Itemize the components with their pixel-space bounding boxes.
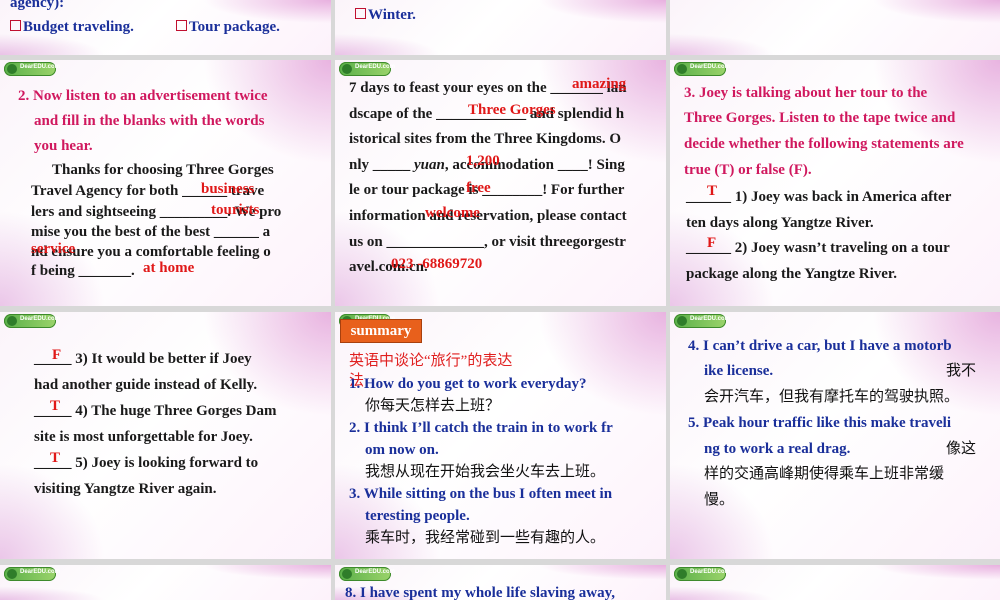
task-title: 2. Now listen to an advertisement twice bbox=[18, 88, 268, 104]
checkbox-icon bbox=[10, 20, 21, 31]
answer-business: business bbox=[201, 181, 255, 197]
answer-price: 1,200 bbox=[466, 153, 500, 169]
sentence: 8. I have spent my whole life slaving aw… bbox=[345, 585, 616, 600]
answer-2: F bbox=[707, 235, 717, 251]
answer-4: T bbox=[50, 398, 61, 414]
slide-advertisement-text: DearEDU.com 7 days to feast your eyes on… bbox=[335, 60, 666, 306]
passage-line: mise you the best of the best ______ a bbox=[31, 224, 271, 240]
sentence: 5. Peak hour traffic like this make trav… bbox=[688, 415, 952, 431]
answer-free: free bbox=[466, 180, 491, 196]
task-title: decide whether the following statements … bbox=[684, 136, 964, 152]
statement: _____ 5) Joey is looking forward to bbox=[34, 455, 259, 471]
logo: DearEDU.com bbox=[674, 314, 730, 328]
sentence-translation: 你每天怎样去上班？ bbox=[365, 398, 501, 414]
sentence-translation: 我想从现在开始我会坐火车去上班。 bbox=[365, 464, 606, 480]
answer-at-home: at home bbox=[143, 260, 195, 276]
sentence: teresting people. bbox=[365, 508, 470, 524]
passage-line: us on _____________, or visit threegorge… bbox=[349, 234, 626, 250]
task-title: 3. Joey is talking about her tour to the bbox=[684, 85, 928, 101]
statement: site is most unforgettable for Joey. bbox=[34, 429, 253, 445]
sentence-translation: 像这 bbox=[946, 441, 977, 457]
slide-listen-advertisement: DearEDU.com 2. Now listen to an advertis… bbox=[0, 60, 331, 306]
sentence-translation: 乘车时，我经常碰到一些有趣的人。 bbox=[365, 530, 606, 546]
option-tour: Tour package. bbox=[176, 14, 280, 40]
logo: DearEDU.com bbox=[674, 567, 730, 581]
slide-r3-c1: DearEDU.com 8. I have spent my whole lif… bbox=[335, 565, 666, 600]
sentence-translation: 我不 bbox=[946, 363, 977, 379]
statement: ______ 1) Joey was back in America after bbox=[686, 189, 952, 205]
sentence-translation: 样的交通高峰期使得乘车上班非常缓 bbox=[704, 466, 945, 482]
logo: DearEDU.com bbox=[674, 62, 730, 76]
sentence: 2. I think I’ll catch the train in to wo… bbox=[349, 420, 613, 436]
sentence: om now on. bbox=[365, 442, 439, 458]
passage-line: Thanks for choosing Three Gorges bbox=[52, 162, 274, 178]
sentence-translation: 会开汽车，但我有摩托车的驾驶执照。 bbox=[704, 389, 960, 405]
logo: DearEDU.com bbox=[339, 62, 395, 76]
passage-line: information and reservation, please cont… bbox=[349, 208, 627, 224]
answer-amazing: amazing bbox=[572, 76, 627, 92]
option-budget: Budget traveling. bbox=[10, 14, 134, 40]
statement: ______ 2) Joey wasn’t traveling on a tou… bbox=[686, 240, 950, 256]
sentence: ng to work a real drag. bbox=[704, 441, 851, 457]
sentence: 4. I can’t drive a car, but I have a mot… bbox=[688, 338, 952, 354]
slide-r0-c2 bbox=[670, 0, 1000, 55]
task-title: true (T) or false (F). bbox=[684, 162, 812, 178]
task-title: Three Gorges. Listen to the tape twice a… bbox=[684, 110, 956, 126]
passage-line: f being _______. bbox=[31, 263, 135, 279]
statement: visiting Yangtze River again. bbox=[34, 481, 217, 497]
slide-true-false-2: DearEDU.com _____ 3) It would be better … bbox=[0, 312, 331, 559]
answer-service: service bbox=[31, 241, 76, 257]
answer-phone: 023 -68869720 bbox=[391, 256, 483, 272]
sentence: 1. How do you get to work everyday? bbox=[349, 376, 587, 392]
slide-true-false-1: DearEDU.com 3. Joey is talking about her… bbox=[670, 60, 1000, 306]
sentence: 3. While sitting on the bus I often meet… bbox=[349, 486, 613, 502]
logo: DearEDU.com bbox=[4, 314, 60, 328]
statement: _____ 3) It would be better if Joey bbox=[34, 351, 252, 367]
logo: DearEDU.com bbox=[339, 567, 395, 581]
checkbox-icon bbox=[355, 8, 366, 19]
logo: DearEDU.com bbox=[4, 62, 60, 76]
slide-summary-more: DearEDU.com 4. I can’t drive a car, but … bbox=[670, 312, 1000, 559]
sentence: ike license. bbox=[704, 363, 774, 379]
statement: _____ 4) The huge Three Gorges Dam bbox=[34, 403, 277, 419]
checkbox-icon bbox=[176, 20, 187, 31]
slide-r0-c1: Winter. bbox=[335, 0, 666, 55]
passage-line: istorical sites from the Three Kingdoms.… bbox=[349, 131, 622, 147]
task-title: and fill in the blanks with the words bbox=[34, 113, 265, 129]
answer-tourists: tourists bbox=[211, 202, 260, 218]
sentence-translation: 慢。 bbox=[704, 492, 735, 508]
statement: package along the Yangtze River. bbox=[686, 266, 897, 282]
statement: had another guide instead of Kelly. bbox=[34, 377, 258, 393]
slide-r3-c0: DearEDU.com bbox=[0, 565, 331, 600]
answer-three-gorges: Three Gorges bbox=[468, 102, 556, 118]
summary-heading: 英语中谈论“旅行”的表达 bbox=[349, 353, 513, 369]
option-winter: Winter. bbox=[355, 2, 416, 28]
answer-5: T bbox=[50, 450, 61, 466]
slide-r3-c2: DearEDU.com bbox=[670, 565, 1000, 600]
answer-1: T bbox=[707, 183, 718, 199]
slide-summary: DearEDU.com 英语中谈论“旅行”的表达 法 1. How do you… bbox=[335, 312, 666, 559]
logo: DearEDU.com bbox=[4, 567, 60, 581]
answer-welcome: welcome bbox=[425, 205, 480, 221]
task-title: you hear. bbox=[34, 138, 93, 154]
statement: ten days along Yangtze River. bbox=[686, 215, 874, 231]
slide-r0-c0: agency): Budget traveling. Tour package. bbox=[0, 0, 331, 55]
answer-3: F bbox=[52, 347, 62, 363]
summary-button[interactable]: summary bbox=[340, 319, 422, 343]
